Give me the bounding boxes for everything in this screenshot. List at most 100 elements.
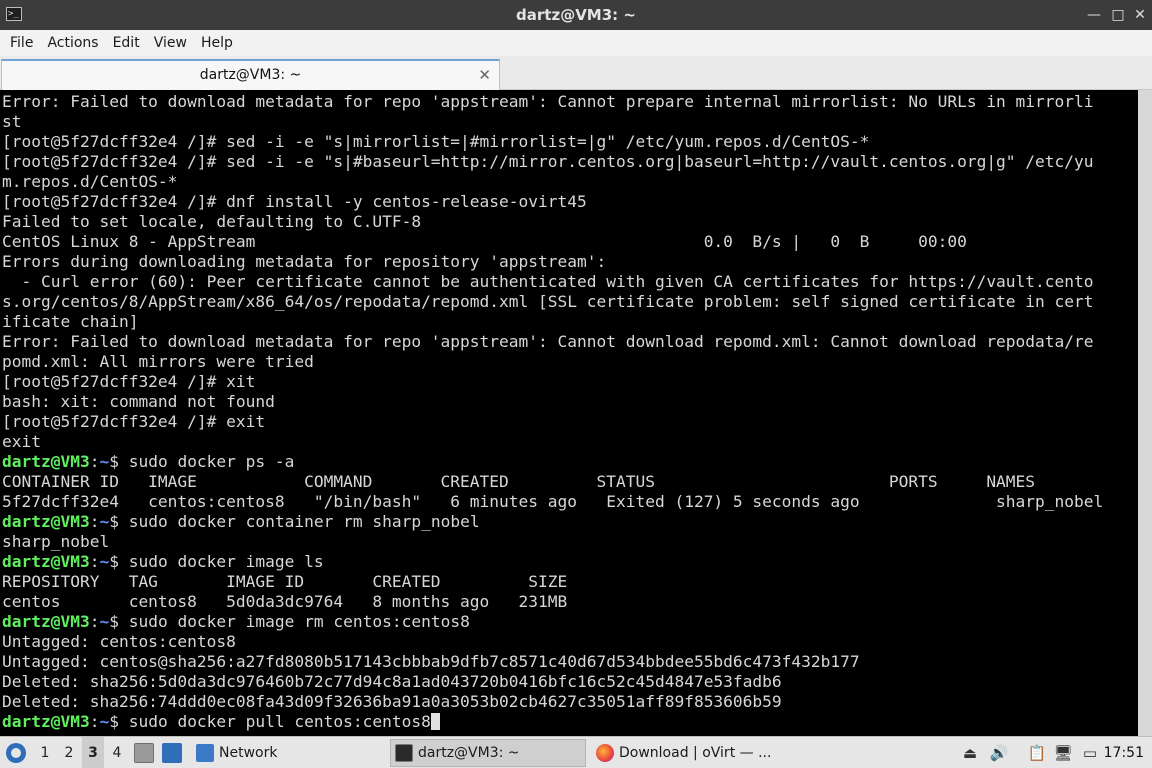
- prompt-colon: :: [89, 512, 100, 531]
- battery-icon[interactable]: ▭: [1080, 743, 1100, 763]
- menu-file[interactable]: File: [3, 30, 40, 56]
- tab-bar: dartz@VM3: ~ ✕: [0, 56, 1152, 90]
- terminal-output-line: Deleted: sha256:74ddd0ec08fa43d09f32636b…: [2, 692, 1103, 712]
- network-icon[interactable]: 🖥: [1053, 743, 1073, 763]
- terminal-output-line: s.org/centos/8/AppStream/x86_64/os/repod…: [2, 292, 1103, 312]
- volume-icon[interactable]: 🔊: [989, 743, 1009, 763]
- line-text: [root@5f27dcff32e4 /]# sed -i -e "s|mirr…: [2, 132, 870, 151]
- clock: 17:51: [1103, 745, 1144, 761]
- firefox-icon: [596, 744, 614, 762]
- menu-actions[interactable]: Actions: [40, 30, 105, 56]
- terminal-scrollbar[interactable]: [1138, 90, 1152, 736]
- terminal-output-line: Error: Failed to download metadata for r…: [2, 92, 1103, 112]
- window-titlebar[interactable]: >_ dartz@VM3: ~ — □ ✕: [0, 0, 1152, 30]
- prompt-colon: :: [89, 552, 100, 571]
- terminal-command-line: dartz@VM3:~$ sudo docker image rm centos…: [2, 612, 1103, 632]
- prompt-symbol: $: [109, 552, 119, 571]
- line-text: [root@5f27dcff32e4 /]# sed -i -e "s|#bas…: [2, 152, 1094, 171]
- line-text: centos centos8 5d0da3dc9764 8 months ago…: [2, 592, 568, 611]
- maximize-button[interactable]: □: [1108, 5, 1128, 25]
- app-menu-icon[interactable]: [6, 743, 26, 763]
- menu-edit[interactable]: Edit: [106, 30, 147, 56]
- tab-terminal[interactable]: dartz@VM3: ~ ✕: [1, 59, 500, 90]
- line-text: Deleted: sha256:74ddd0ec08fa43d09f32636b…: [2, 692, 782, 711]
- prompt-path: ~: [99, 512, 110, 531]
- line-text: Error: Failed to download metadata for r…: [2, 92, 1094, 111]
- prompt-colon: :: [89, 452, 100, 471]
- terminal-command-line: dartz@VM3:~$ sudo docker pull centos:cen…: [2, 712, 1103, 732]
- menu-view[interactable]: View: [147, 30, 194, 56]
- terminal-output-line: CentOS Linux 8 - AppStream 0.0 B/s | 0 B…: [2, 232, 1103, 252]
- terminal-output-line: - Curl error (60): Peer certificate cann…: [2, 272, 1103, 292]
- task-terminal[interactable]: dartz@VM3: ~: [390, 739, 586, 767]
- task-network[interactable]: Network: [192, 739, 382, 767]
- task-label: Network: [219, 745, 278, 761]
- terminal-output-line: [root@5f27dcff32e4 /]# xit: [2, 372, 1103, 392]
- line-text: [root@5f27dcff32e4 /]# dnf install -y ce…: [2, 192, 587, 211]
- prompt-colon: :: [89, 712, 100, 731]
- menu-help[interactable]: Help: [194, 30, 240, 56]
- folder-icon: [196, 744, 214, 762]
- file-manager-launcher-icon[interactable]: [134, 743, 154, 763]
- clipboard-icon[interactable]: 📋: [1027, 743, 1047, 763]
- text-cursor: [430, 713, 440, 730]
- prompt-path: ~: [99, 552, 110, 571]
- line-text: sudo docker image rm centos:centos8: [118, 612, 470, 631]
- terminal-output-line: sharp_nobel: [2, 532, 1103, 552]
- terminal-output-line: 5f27dcff32e4 centos:centos8 "/bin/bash" …: [2, 492, 1103, 512]
- terminal-output-line: REPOSITORY TAG IMAGE ID CREATED SIZE: [2, 572, 1103, 592]
- workspace-2[interactable]: 2: [58, 737, 80, 768]
- taskbar-panel: 1 2 3 4 Network dartz@VM3: ~ Download | …: [0, 736, 1152, 768]
- line-text: pomd.xml: All mirrors were tried: [2, 352, 314, 371]
- terminal-command-line: dartz@VM3:~$ sudo docker ps -a: [2, 452, 1103, 472]
- terminal-output-line: pomd.xml: All mirrors were tried: [2, 352, 1103, 372]
- terminal-output-line: CONTAINER ID IMAGE COMMAND CREATED STATU…: [2, 472, 1103, 492]
- line-text: [root@5f27dcff32e4 /]# xit: [2, 372, 256, 391]
- terminal-output: Error: Failed to download metadata for r…: [2, 92, 1103, 732]
- prompt-path: ~: [99, 612, 110, 631]
- terminal-output-line: [root@5f27dcff32e4 /]# exit: [2, 412, 1103, 432]
- show-desktop-icon[interactable]: [162, 743, 182, 763]
- line-text: ificate chain]: [2, 312, 139, 331]
- line-text: Errors during downloading metadata for r…: [2, 252, 607, 271]
- line-text: CONTAINER ID IMAGE COMMAND CREATED STATU…: [2, 472, 1036, 491]
- line-text: Error: Failed to download metadata for r…: [2, 332, 1094, 351]
- task-firefox[interactable]: Download | oVirt — ...: [592, 739, 782, 767]
- terminal-output-line: exit: [2, 432, 1103, 452]
- workspace-4[interactable]: 4: [106, 737, 128, 768]
- eject-icon[interactable]: ⏏: [960, 743, 980, 763]
- terminal-output-line: m.repos.d/CentOS-*: [2, 172, 1103, 192]
- line-text: Untagged: centos:centos8: [2, 632, 236, 651]
- line-text: 5f27dcff32e4 centos:centos8 "/bin/bash" …: [2, 492, 1104, 511]
- prompt-symbol: $: [109, 712, 119, 731]
- terminal-output-line: Untagged: centos@sha256:a27fd8080b517143…: [2, 652, 1103, 672]
- prompt-user: dartz@VM3: [2, 452, 90, 471]
- line-text: [root@5f27dcff32e4 /]# exit: [2, 412, 266, 431]
- prompt-symbol: $: [109, 452, 119, 471]
- workspace-1[interactable]: 1: [34, 737, 56, 768]
- line-text: exit: [2, 432, 41, 451]
- terminal-output-line: [root@5f27dcff32e4 /]# sed -i -e "s|#bas…: [2, 152, 1103, 172]
- terminal-view[interactable]: Error: Failed to download metadata for r…: [0, 90, 1152, 736]
- line-text: Failed to set locale, defaulting to C.UT…: [2, 212, 422, 231]
- workspace-3[interactable]: 3: [82, 737, 104, 768]
- line-text: sudo docker container rm sharp_nobel: [118, 512, 480, 531]
- window-title: dartz@VM3: ~: [516, 6, 636, 24]
- menubar: File Actions Edit View Help: [0, 30, 1152, 56]
- line-text: s.org/centos/8/AppStream/x86_64/os/repod…: [2, 292, 1094, 311]
- close-window-button[interactable]: ✕: [1130, 5, 1150, 25]
- scrollbar-thumb[interactable]: [1141, 630, 1149, 730]
- terminal-output-line: [root@5f27dcff32e4 /]# dnf install -y ce…: [2, 192, 1103, 212]
- terminal-output-line: Errors during downloading metadata for r…: [2, 252, 1103, 272]
- terminal-output-line: Error: Failed to download metadata for r…: [2, 332, 1103, 352]
- terminal-command-line: dartz@VM3:~$ sudo docker container rm sh…: [2, 512, 1103, 532]
- prompt-user: dartz@VM3: [2, 512, 90, 531]
- line-text: sudo docker ps -a: [118, 452, 295, 471]
- terminal-icon: [395, 744, 413, 762]
- line-text: bash: xit: command not found: [2, 392, 275, 411]
- tab-close-icon[interactable]: ✕: [478, 66, 491, 84]
- terminal-output-line: ificate chain]: [2, 312, 1103, 332]
- minimize-button[interactable]: —: [1084, 5, 1104, 25]
- prompt-user: dartz@VM3: [2, 712, 90, 731]
- line-text: Deleted: sha256:5d0da3dc976460b72c77d94c…: [2, 672, 782, 691]
